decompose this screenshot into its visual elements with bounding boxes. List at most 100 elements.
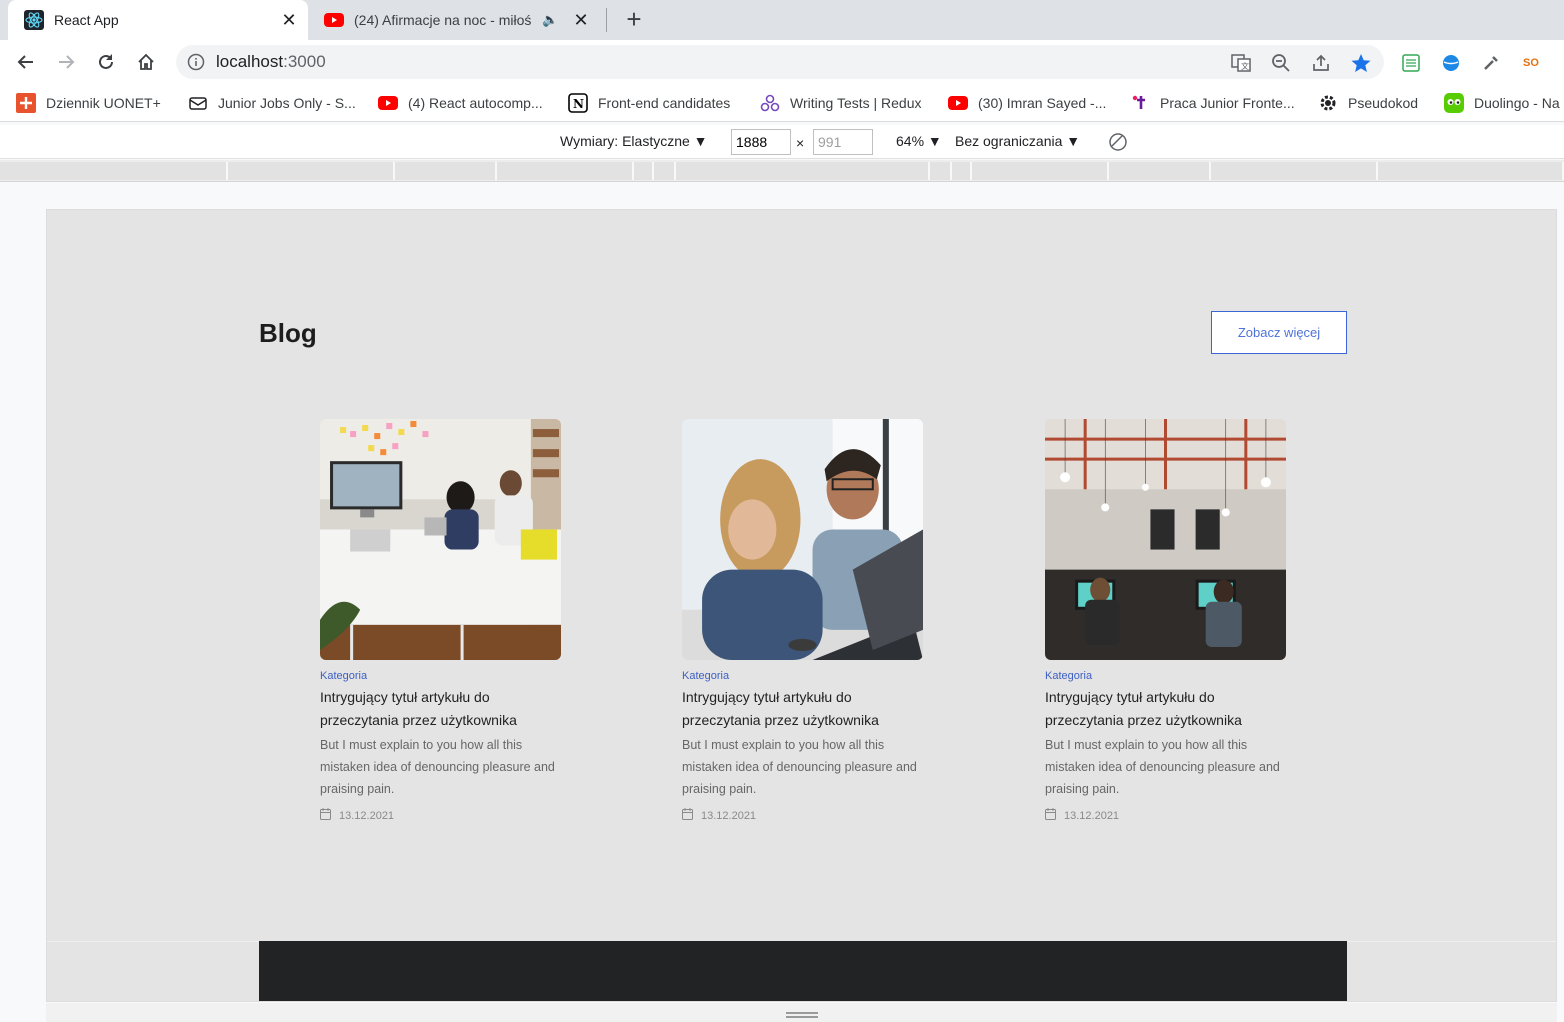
reload-icon <box>99 54 113 69</box>
reload-button[interactable] <box>92 48 120 76</box>
tab-youtube[interactable]: (24) Afirmacje na noc - miłoś 🔈 ✕ <box>310 0 600 40</box>
ruler-segment[interactable] <box>228 162 395 180</box>
dimensions-dropdown[interactable]: Wymiary: Elastyczne ▼ <box>560 133 708 149</box>
redux-icon <box>760 94 780 112</box>
home-button[interactable] <box>132 48 160 76</box>
article-title[interactable]: Intrygujący tytuł artykułu do przeczytan… <box>1045 686 1285 732</box>
ruler-segment[interactable] <box>952 162 972 180</box>
article-date-row: 13.12.2021 <box>682 808 924 823</box>
article-card[interactable]: Kategoria Intrygujący tytuł artykułu do … <box>1045 419 1287 823</box>
article-card[interactable]: Kategoria Intrygujący tytuł artykułu do … <box>320 419 562 823</box>
media-query-ruler <box>0 160 1564 182</box>
section-title: Blog <box>259 318 317 348</box>
article-title[interactable]: Intrygujący tytuł artykułu do przeczytan… <box>682 686 922 732</box>
bookmark-junior-jobs[interactable]: Junior Jobs Only - S... <box>188 93 356 113</box>
article-category[interactable]: Kategoria <box>682 670 924 682</box>
calendar-icon <box>1045 808 1056 823</box>
resize-handle[interactable] <box>786 1012 818 1018</box>
bookmarks-bar: Dziennik UONET+ Junior Jobs Only - S... … <box>0 84 1564 122</box>
close-tab-icon[interactable]: ✕ <box>278 9 300 31</box>
svg-text:文: 文 <box>1241 61 1249 71</box>
see-more-button[interactable]: Zobacz więcej <box>1211 311 1347 354</box>
back-button[interactable] <box>12 48 40 76</box>
forward-button[interactable] <box>52 48 80 76</box>
article-date-row: 13.12.2021 <box>320 808 562 823</box>
address-bar[interactable]: localhost:3000 文 <box>176 45 1384 79</box>
so-extension-icon[interactable]: SO <box>1520 52 1542 74</box>
youtube-icon <box>948 94 968 112</box>
ruler-segment[interactable] <box>1211 162 1378 180</box>
article-excerpt: But I must explain to you how all this m… <box>682 738 917 796</box>
notion-icon: N <box>568 93 588 113</box>
bookmark-frontend-candidates[interactable]: N Front-end candidates <box>568 93 730 113</box>
zoom-dropdown[interactable]: 64% ▼ <box>896 133 942 149</box>
viewport-height-input[interactable] <box>813 129 873 155</box>
article-excerpt: But I must explain to you how all this m… <box>320 738 555 796</box>
home-icon <box>138 53 154 70</box>
ruler-segment[interactable] <box>676 162 930 180</box>
tab-strip: React App ✕ (24) Afirmacje na noc - miło… <box>0 0 1564 40</box>
bookmark-praca-junior[interactable]: Praca Junior Fronte... <box>1130 93 1295 113</box>
open-office-photo[interactable] <box>1045 419 1286 660</box>
throttling-dropdown[interactable]: Bez ograniczania ▼ <box>955 133 1080 149</box>
ruler-segment[interactable] <box>930 162 952 180</box>
tab-title: (24) Afirmacje na noc - miłoś <box>354 12 532 28</box>
rotate-icon[interactable] <box>1108 132 1128 155</box>
new-tab-button[interactable]: + <box>620 6 648 34</box>
tab-separator <box>606 8 607 32</box>
bookmark-imran-sayed[interactable]: (30) Imran Sayed -... <box>948 93 1106 113</box>
site-info-icon[interactable] <box>176 53 216 71</box>
envelope-icon <box>188 94 208 112</box>
sheets-extension-icon[interactable] <box>1400 52 1422 74</box>
bookmark-label: Writing Tests | Redux <box>790 95 922 111</box>
speaker-icon[interactable]: 🔈 <box>542 12 560 28</box>
zoom-icon[interactable] <box>1270 52 1292 74</box>
bookmark-react-autocomplete[interactable]: (4) React autocomp... <box>378 93 543 113</box>
translate-icon[interactable]: 文 <box>1230 52 1252 74</box>
ruler-segment[interactable] <box>634 162 654 180</box>
article-category[interactable]: Kategoria <box>1045 670 1287 682</box>
page-viewport: Blog Zobacz więcej Kategoria Intrygujący… <box>46 209 1557 1002</box>
office-meeting-photo[interactable] <box>320 419 561 660</box>
close-tab-icon[interactable]: ✕ <box>570 9 592 31</box>
article-card[interactable]: Kategoria Intrygujący tytuł artykułu do … <box>682 419 924 823</box>
article-date: 13.12.2021 <box>701 809 757 822</box>
duolingo-icon <box>1444 93 1464 113</box>
svg-text:N: N <box>573 97 584 111</box>
justjoin-icon <box>1130 94 1150 112</box>
bookmark-duolingo[interactable]: Duolingo - Na <box>1444 93 1560 113</box>
react-icon <box>24 10 44 30</box>
ruler-segment[interactable] <box>0 162 228 180</box>
footer <box>259 941 1347 1001</box>
ruler-segment[interactable] <box>1109 162 1211 180</box>
bookmark-label: Pseudokod <box>1348 95 1419 111</box>
share-icon[interactable] <box>1310 52 1332 74</box>
bookmark-pseudokod[interactable]: Pseudokod <box>1318 93 1418 113</box>
browser-toolbar: localhost:3000 文 SO <box>0 40 1564 84</box>
calendar-icon <box>320 808 331 823</box>
tab-react-app[interactable]: React App ✕ <box>8 0 308 40</box>
bookmark-label: Junior Jobs Only - S... <box>218 95 356 111</box>
url-host: localhost <box>216 52 284 71</box>
uonet-icon <box>16 93 36 113</box>
coworkers-laptop-photo[interactable] <box>682 419 923 660</box>
ruler-segment[interactable] <box>654 162 676 180</box>
ruler-segment[interactable] <box>395 162 497 180</box>
dimension-separator: × <box>796 135 805 151</box>
calendar-icon <box>682 808 693 823</box>
bookmark-uonet[interactable]: Dziennik UONET+ <box>16 93 161 113</box>
bookmark-redux[interactable]: Writing Tests | Redux <box>760 93 922 113</box>
bookmark-star-icon[interactable] <box>1350 52 1372 74</box>
viewport-width-input[interactable] <box>731 129 791 155</box>
globe-extension-icon[interactable] <box>1440 52 1462 74</box>
url-text[interactable]: localhost:3000 <box>216 52 326 72</box>
article-title[interactable]: Intrygujący tytuł artykułu do przeczytan… <box>320 686 560 732</box>
eyedropper-icon[interactable] <box>1480 52 1502 74</box>
ruler-segment[interactable] <box>1378 162 1564 180</box>
ruler-segment[interactable] <box>972 162 1109 180</box>
article-category[interactable]: Kategoria <box>320 670 562 682</box>
article-date: 13.12.2021 <box>339 809 395 822</box>
ruler-segment[interactable] <box>497 162 634 180</box>
arrow-left-icon <box>17 55 33 69</box>
device-toolbar: Wymiary: Elastyczne ▼ × 64% ▼ Bez ograni… <box>0 125 1564 159</box>
